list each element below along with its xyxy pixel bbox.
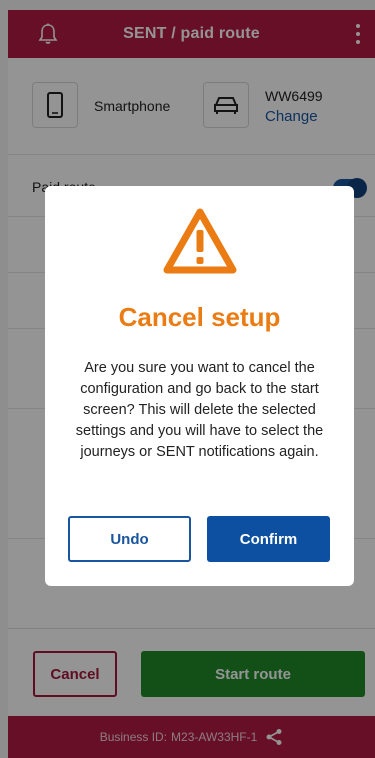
dialog-message: Are you sure you want to cancel the conf… xyxy=(75,360,324,460)
undo-button[interactable]: Undo xyxy=(68,516,191,562)
confirm-button[interactable]: Confirm xyxy=(207,516,330,562)
dialog-title: Cancel setup xyxy=(118,302,281,332)
warning-triangle-icon xyxy=(163,208,237,274)
cancel-setup-dialog: Cancel setup Are you sure you want to ca… xyxy=(45,186,354,586)
